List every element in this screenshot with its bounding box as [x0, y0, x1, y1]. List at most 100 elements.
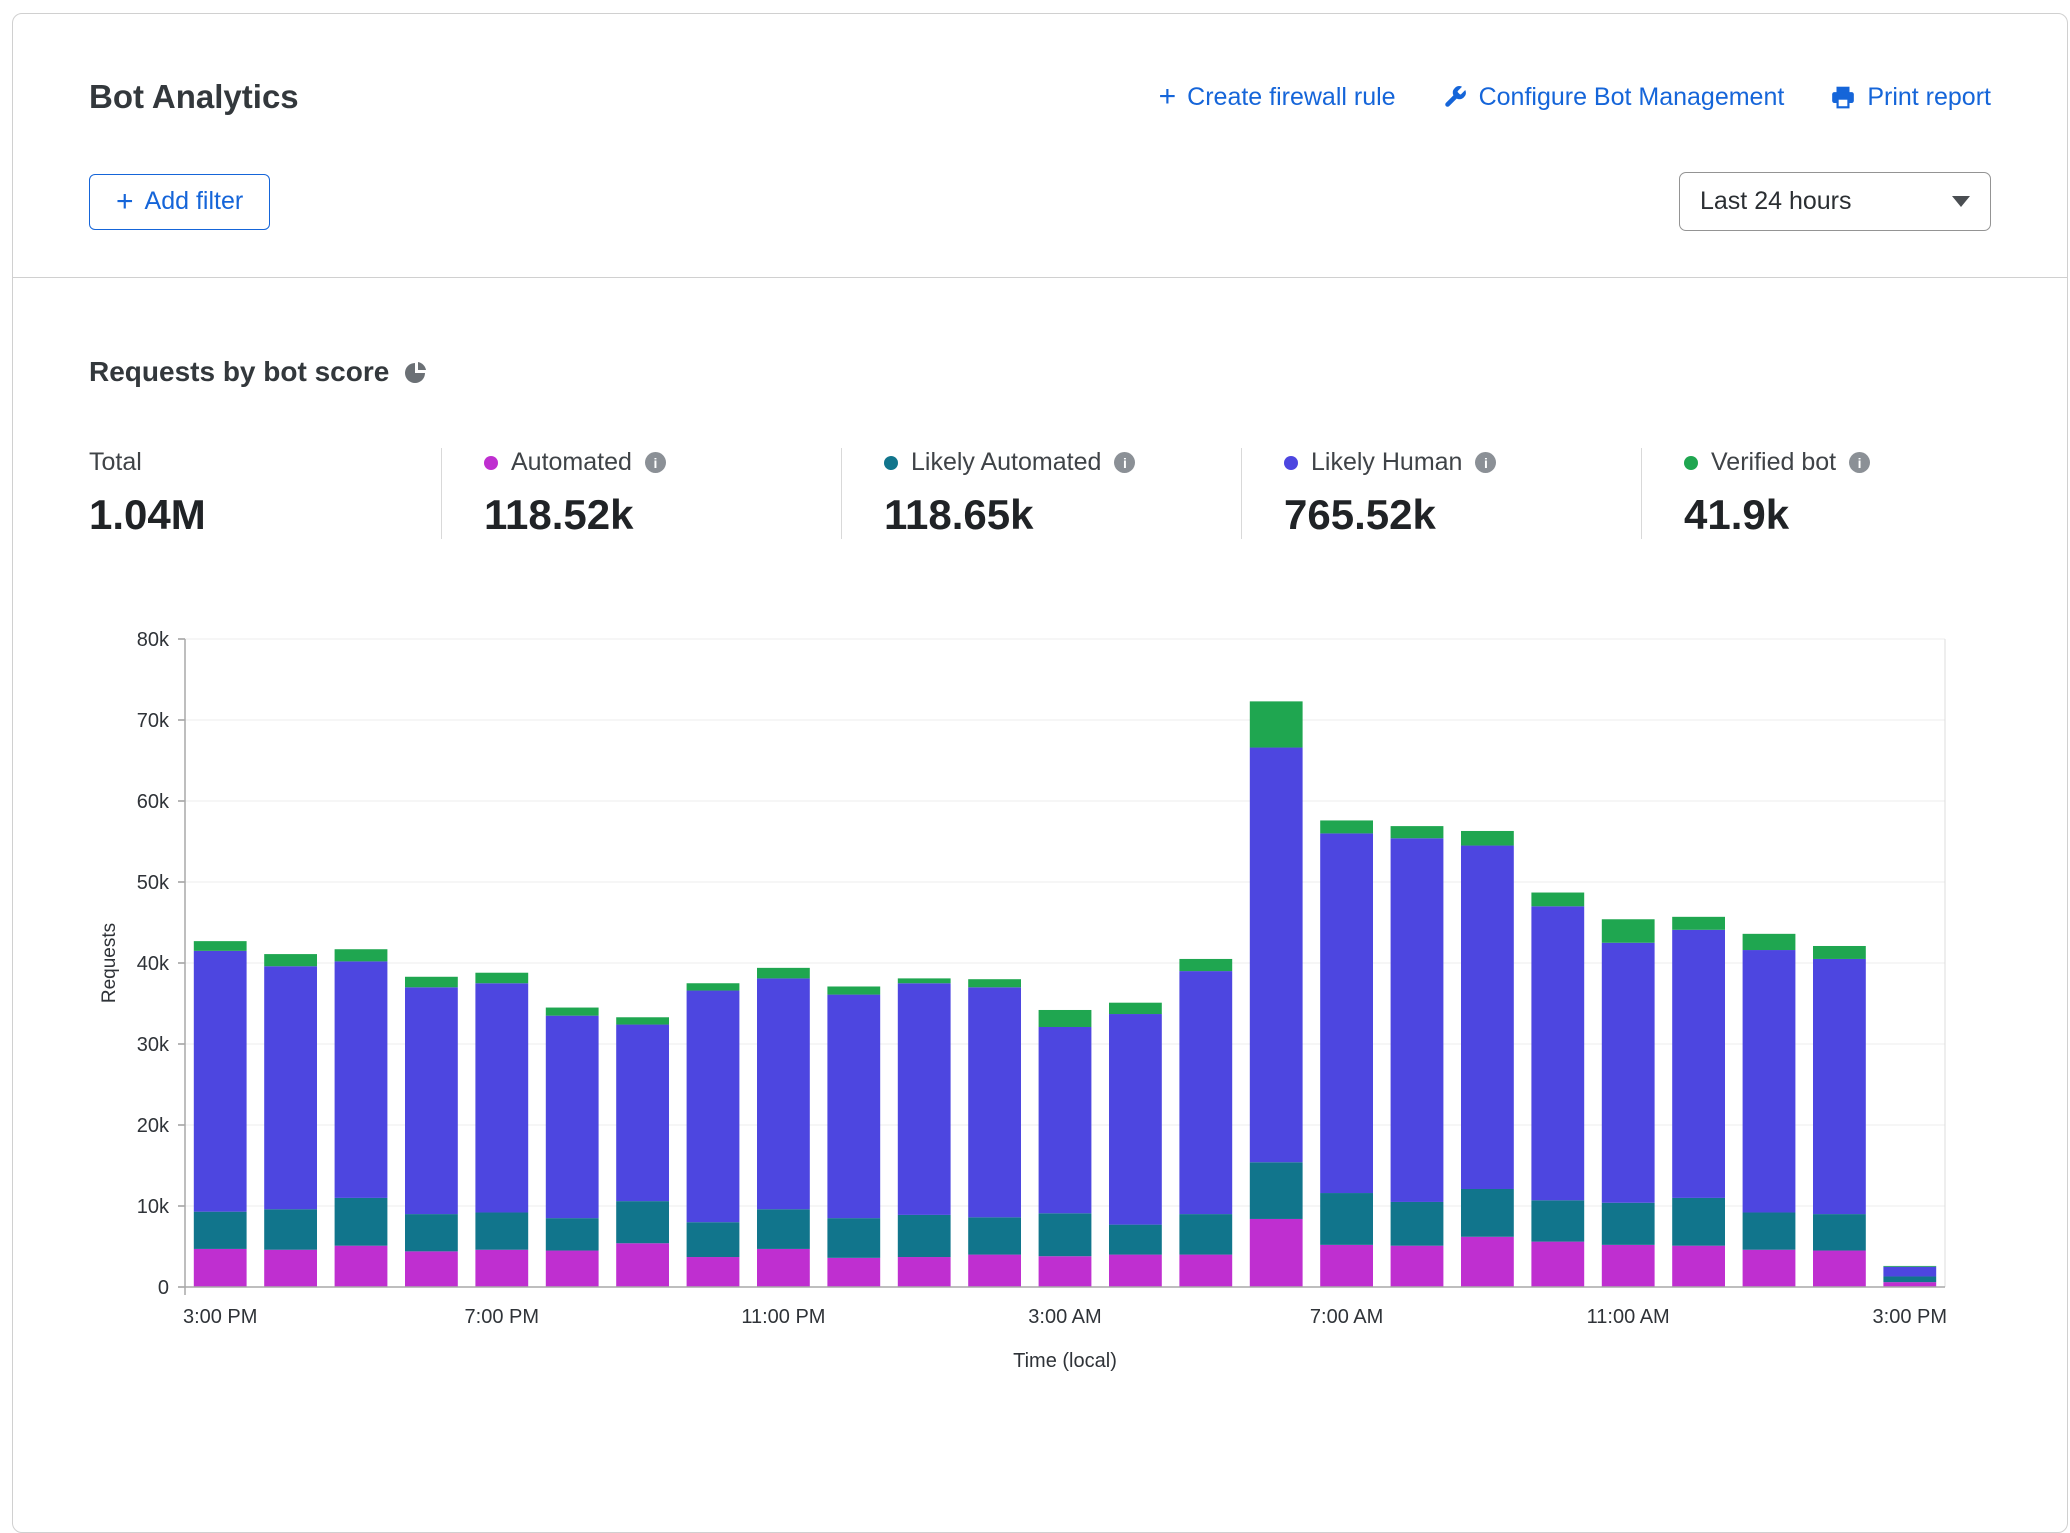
time-range-dropdown[interactable]: Last 24 hours — [1679, 172, 1991, 231]
bar-segment-likely-automated — [687, 1222, 740, 1257]
bar-segment-likely-human — [194, 951, 247, 1212]
bar-segment-likely-human — [1672, 930, 1725, 1198]
likely-automated-legend-dot — [884, 456, 898, 470]
print-report-link[interactable]: Print report — [1830, 83, 1991, 112]
bar-segment-likely-human — [1039, 1027, 1092, 1213]
bar-segment-verified-bot — [405, 977, 458, 988]
configure-bot-management-label: Configure Bot Management — [1479, 83, 1785, 112]
stat-total: Total 1.04M — [89, 448, 441, 539]
bar-segment-likely-automated — [1672, 1198, 1725, 1246]
bar-segment-likely-automated — [1531, 1200, 1584, 1241]
bar-segment-likely-automated — [1883, 1276, 1936, 1282]
create-firewall-rule-link[interactable]: + Create firewall rule — [1159, 82, 1396, 112]
bar-segment-verified-bot — [968, 979, 1021, 987]
bar-segment-automated — [687, 1257, 740, 1287]
configure-bot-management-link[interactable]: Configure Bot Management — [1442, 83, 1785, 112]
stat-likely-automated: Likely Automated i 118.65k — [841, 448, 1241, 539]
bar-segment-likely-human — [827, 995, 880, 1219]
info-icon[interactable]: i — [1475, 452, 1496, 473]
y-tick-label: 30k — [137, 1034, 170, 1056]
add-filter-button[interactable]: + Add filter — [89, 174, 270, 230]
bar-segment-automated — [898, 1257, 951, 1287]
bar-segment-likely-human — [335, 961, 388, 1198]
time-range-value: Last 24 hours — [1700, 187, 1852, 216]
stat-automated-label: Automated — [511, 448, 632, 477]
bar-segment-likely-human — [1531, 906, 1584, 1200]
bar-segment-verified-bot — [1039, 1010, 1092, 1027]
bar-segment-likely-human — [1320, 833, 1373, 1193]
bar-segment-likely-automated — [1743, 1212, 1796, 1249]
info-icon[interactable]: i — [1114, 452, 1135, 473]
plus-icon: + — [116, 187, 134, 217]
bar-segment-likely-human — [687, 991, 740, 1223]
stat-likely-human-value: 765.52k — [1284, 491, 1641, 539]
bar-segment-verified-bot — [827, 986, 880, 994]
bar-segment-automated — [968, 1255, 1021, 1287]
bar-segment-verified-bot — [264, 954, 317, 966]
y-tick-label: 0 — [158, 1277, 169, 1299]
bar-segment-verified-bot — [757, 968, 810, 979]
y-tick-label: 40k — [137, 953, 170, 975]
bar-segment-automated — [335, 1246, 388, 1287]
likely-human-legend-dot — [1284, 456, 1298, 470]
bar-segment-likely-automated — [405, 1214, 458, 1251]
info-icon[interactable]: i — [1849, 452, 1870, 473]
bar-segment-likely-automated — [757, 1209, 810, 1249]
bar-segment-likely-automated — [546, 1218, 599, 1250]
bar-segment-automated — [1672, 1246, 1725, 1287]
bar-segment-likely-human — [405, 987, 458, 1214]
bar-segment-automated — [1179, 1255, 1232, 1287]
stat-likely-automated-value: 118.65k — [884, 491, 1241, 539]
bar-segment-automated — [757, 1249, 810, 1287]
bar-segment-verified-bot — [546, 1008, 599, 1016]
bar-segment-likely-human — [1109, 1014, 1162, 1225]
bar-segment-likely-automated — [1179, 1214, 1232, 1255]
bar-segment-likely-human — [1883, 1267, 1936, 1277]
bar-segment-likely-automated — [194, 1212, 247, 1249]
stat-automated: Automated i 118.52k — [441, 448, 841, 539]
y-tick-label: 80k — [137, 629, 170, 651]
bar-segment-automated — [1250, 1219, 1303, 1287]
bar-segment-verified-bot — [335, 949, 388, 961]
stat-likely-human-label: Likely Human — [1311, 448, 1462, 477]
stat-total-label: Total — [89, 448, 142, 477]
bar-segment-likely-human — [264, 966, 317, 1209]
bar-segment-likely-human — [546, 1016, 599, 1219]
bar-segment-likely-human — [1813, 959, 1866, 1214]
bar-segment-automated — [1109, 1255, 1162, 1287]
print-report-label: Print report — [1867, 83, 1991, 112]
bar-segment-verified-bot — [475, 973, 528, 984]
bar-segment-automated — [1813, 1251, 1866, 1287]
bar-segment-automated — [194, 1249, 247, 1287]
bar-segment-likely-human — [616, 1025, 669, 1202]
requests-chart: 010k20k30k40k50k60k70k80k3:00 PM7:00 PM1… — [89, 615, 1991, 1377]
bar-segment-automated — [1320, 1245, 1373, 1287]
bar-segment-likely-automated — [1391, 1202, 1444, 1246]
bar-segment-automated — [1602, 1245, 1655, 1287]
bar-segment-automated — [546, 1251, 599, 1287]
bar-segment-likely-automated — [1461, 1189, 1514, 1237]
stat-total-value: 1.04M — [89, 491, 441, 539]
bar-segment-verified-bot — [687, 983, 740, 990]
info-icon[interactable]: i — [645, 452, 666, 473]
bar-segment-verified-bot — [616, 1017, 669, 1024]
bar-segment-likely-human — [1391, 838, 1444, 1202]
bar-segment-likely-automated — [264, 1209, 317, 1250]
y-tick-label: 70k — [137, 710, 170, 732]
create-firewall-rule-label: Create firewall rule — [1187, 83, 1395, 112]
automated-legend-dot — [484, 456, 498, 470]
section-title-row: Requests by bot score — [89, 356, 1991, 388]
x-tick-label: 11:00 AM — [1587, 1306, 1670, 1328]
bar-segment-automated — [1391, 1246, 1444, 1287]
verified-bot-legend-dot — [1684, 456, 1698, 470]
y-axis-title: Requests — [99, 923, 120, 1003]
bar-segment-likely-automated — [1039, 1213, 1092, 1256]
bar-segment-automated — [1461, 1237, 1514, 1287]
bar-segment-automated — [405, 1251, 458, 1287]
bar-segment-likely-human — [1461, 846, 1514, 1189]
chevron-down-icon — [1952, 196, 1970, 207]
x-tick-label: 11:00 PM — [741, 1306, 825, 1328]
bar-segment-automated — [616, 1243, 669, 1287]
stat-likely-automated-label: Likely Automated — [911, 448, 1101, 477]
printer-icon — [1830, 84, 1856, 110]
